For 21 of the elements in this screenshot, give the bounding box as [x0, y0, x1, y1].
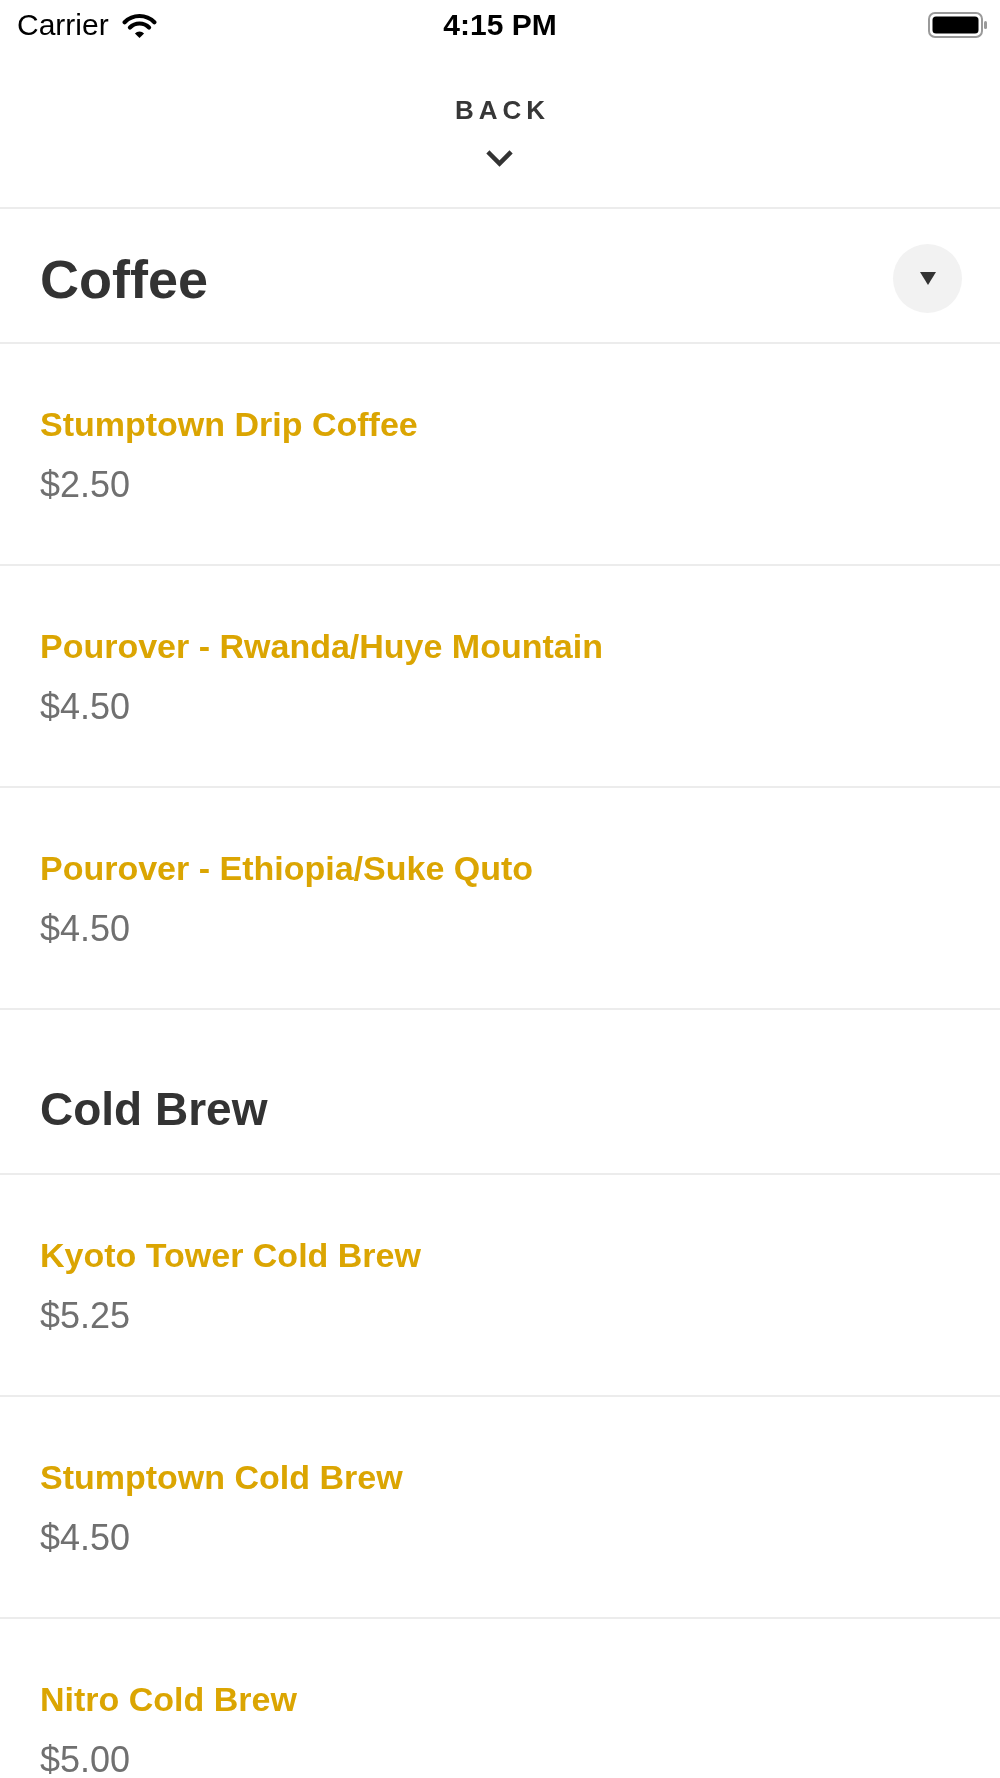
- item-name[interactable]: Stumptown Cold Brew: [40, 1457, 403, 1497]
- chevron-down-icon: [486, 150, 514, 168]
- caret-icon: [919, 272, 936, 285]
- item-price: $5.25: [40, 1298, 131, 1334]
- item-price: $4.50: [40, 911, 131, 947]
- item-name[interactable]: Kyoto Tower Cold Brew: [40, 1235, 421, 1275]
- item-price: $5.00: [40, 1742, 131, 1778]
- back-button[interactable]: BACK: [454, 95, 546, 168]
- wifi-icon: [121, 11, 157, 39]
- carrier-label: Carrier: [17, 8, 109, 42]
- section-title: Cold Brew: [40, 1082, 268, 1136]
- status-time: 4:15 PM: [443, 8, 557, 42]
- item-name[interactable]: Stumptown Drip Coffee: [40, 404, 418, 444]
- item-price: $4.50: [40, 1520, 131, 1556]
- item-name[interactable]: Pourover - Rwanda/Huye Mountain: [40, 626, 603, 666]
- item-name[interactable]: Pourover - Ethiopia/Suke Quto: [40, 848, 534, 888]
- battery-icon: [928, 12, 987, 38]
- item-name[interactable]: Nitro Cold Brew: [40, 1679, 297, 1719]
- item-price: $2.50: [40, 467, 131, 503]
- section-title: Coffee: [40, 247, 208, 311]
- item-price: $4.50: [40, 689, 131, 725]
